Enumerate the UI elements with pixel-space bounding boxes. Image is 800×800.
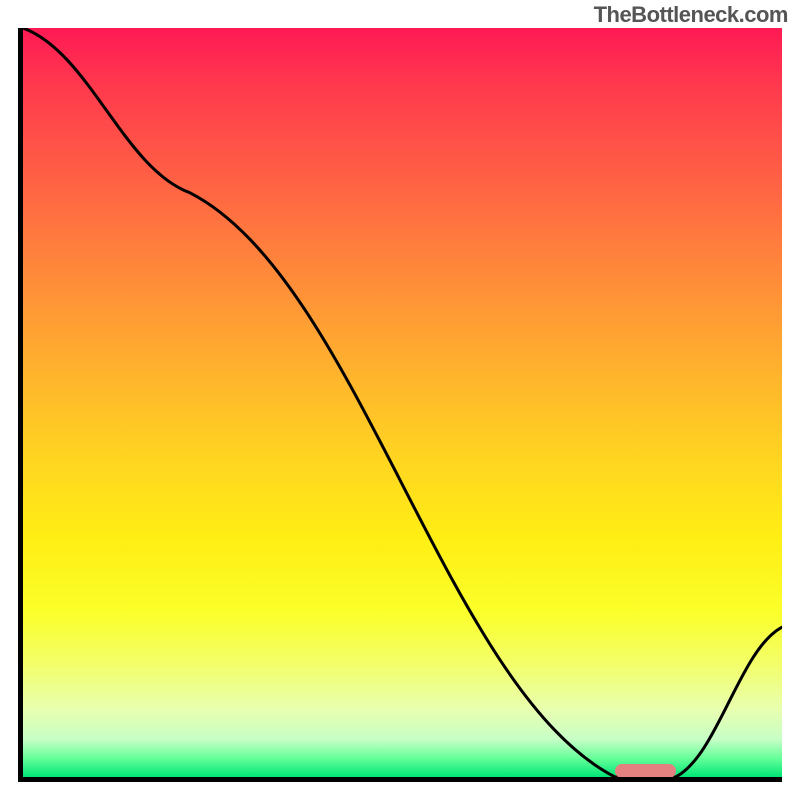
curve-path: [23, 28, 782, 777]
plot-area: [18, 28, 782, 782]
watermark-text: TheBottleneck.com: [594, 2, 788, 28]
plot-inner: [23, 28, 782, 777]
chart-container: TheBottleneck.com: [0, 0, 800, 800]
optimal-range-marker: [615, 764, 676, 777]
bottleneck-curve: [23, 28, 782, 777]
